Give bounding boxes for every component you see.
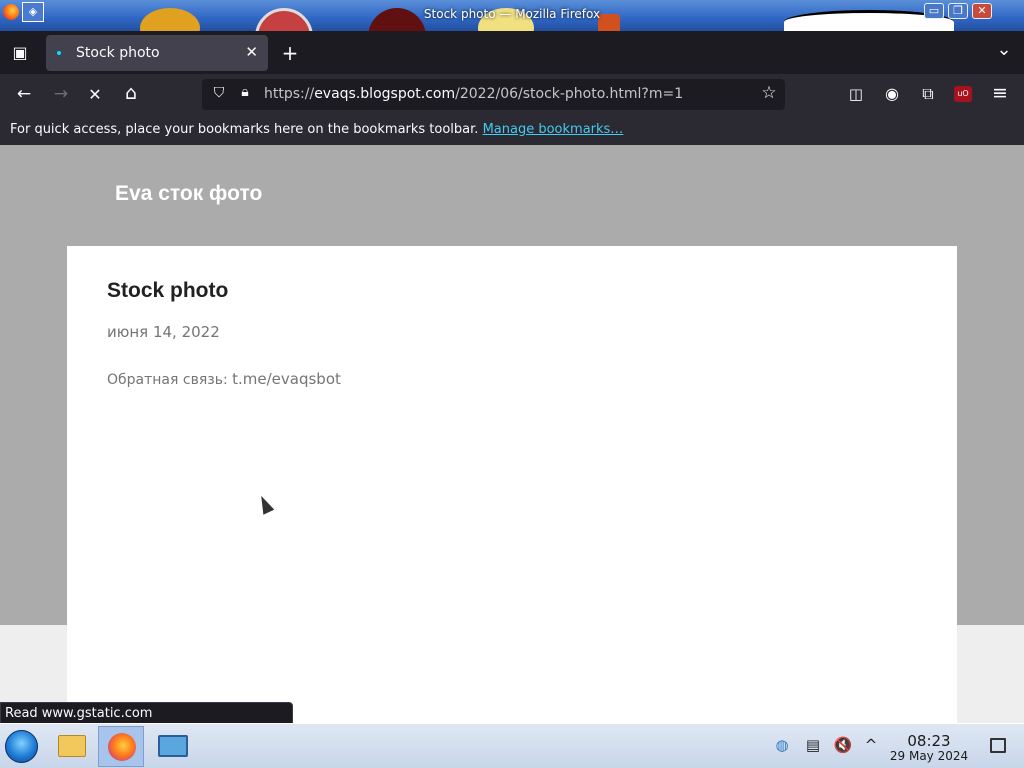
post-title[interactable]: Stock photo [107, 279, 228, 303]
ublock-origin-icon[interactable]: uO [954, 86, 972, 102]
start-menu-button[interactable] [5, 730, 38, 763]
pocket-icon[interactable]: ◫ [846, 85, 866, 103]
tab-overflow-chevron-icon[interactable]: ⌄ [994, 39, 1014, 60]
bookmarks-toolbar: For quick access, place your bookmarks h… [0, 115, 1024, 145]
maximize-restore-button[interactable]: ❐ [948, 3, 968, 19]
blog-title[interactable]: Eva сток фото [115, 182, 262, 206]
bookmark-star-icon[interactable]: ☆ [759, 83, 779, 103]
tab-title: Stock photo [76, 45, 160, 61]
post-card: Stock photo июня 14, 2022 Обратная связь… [67, 246, 957, 723]
window-titlebar: ◈ Stock photo — Mozilla Firefox ▭ ❐ ✕ [0, 0, 1024, 31]
taskbar-settings[interactable] [148, 726, 194, 767]
show-desktop-icon[interactable] [990, 738, 1006, 753]
status-panel: Read www.gstatic.com [0, 702, 293, 724]
clock-date[interactable]: 29 May 2024 [885, 749, 973, 763]
home-button[interactable]: ⌂ [120, 82, 142, 104]
clipboard-tray-icon[interactable]: ▤ [803, 736, 823, 754]
bookmarks-hint-text: For quick access, place your bookmarks h… [10, 122, 479, 137]
new-tab-button[interactable]: + [280, 41, 300, 65]
volume-muted-icon[interactable]: 🔇 [832, 736, 854, 754]
lock-icon[interactable]: 🔒︎ [236, 84, 254, 100]
shield-icon[interactable]: ⛉ [210, 85, 228, 101]
taskbar-firefox[interactable] [98, 726, 144, 767]
url-host: evaqs.blogspot.com [314, 86, 456, 102]
stop-loading-button[interactable]: ✕ [84, 85, 106, 104]
url-text[interactable]: https://evaqs.blogspot.com/2022/06/stock… [264, 86, 683, 102]
loading-indicator-icon [57, 51, 61, 55]
minimize-button[interactable]: ▭ [924, 3, 944, 19]
taskbar-file-manager[interactable] [48, 726, 94, 767]
feedback-label: Обратная связь: [107, 372, 228, 388]
feedback-link[interactable]: t.me/evaqsbot [232, 370, 341, 388]
firefox-icon [108, 733, 136, 761]
url-scheme: https:// [264, 86, 315, 102]
address-bar[interactable]: ⛉ 🔒︎ https://evaqs.blogspot.com/2022/06/… [202, 79, 785, 110]
back-button[interactable]: ← [13, 84, 35, 104]
monitor-icon [158, 735, 188, 757]
close-window-button[interactable]: ✕ [972, 3, 992, 19]
forward-button[interactable]: → [50, 84, 72, 104]
tray-expand-icon[interactable]: ^ [862, 736, 880, 754]
list-all-tabs-icon[interactable]: ▣ [10, 43, 30, 62]
post-body: Обратная связь: t.me/evaqsbot [107, 370, 341, 388]
folder-icon [58, 735, 86, 757]
extensions-icon[interactable]: ⧉ [918, 84, 938, 104]
post-date[interactable]: июня 14, 2022 [107, 323, 220, 341]
navigation-toolbar: ← → ✕ ⌂ ⛉ 🔒︎ https://evaqs.blogspot.com/… [0, 74, 1024, 115]
manage-bookmarks-link[interactable]: Manage bookmarks… [483, 122, 624, 137]
close-tab-icon[interactable]: ✕ [245, 43, 258, 61]
app-menu-button[interactable]: ≡ [990, 82, 1010, 104]
web-page: Eva сток фото Stock photo июня 14, 2022 … [0, 145, 1024, 723]
taskbar: ◍ ▤ 🔇 ^ 08:23 29 May 2024 [0, 723, 1024, 768]
clock-time[interactable]: 08:23 [905, 732, 953, 750]
account-icon[interactable]: ◉ [882, 84, 902, 103]
window-title: Stock photo — Mozilla Firefox [423, 7, 601, 21]
bookmarks-toolbar-message: For quick access, place your bookmarks h… [10, 122, 623, 137]
update-tray-icon[interactable]: ◍ [772, 736, 792, 754]
url-path: /2022/06/stock-photo.html?m=1 [455, 86, 684, 102]
tab-stock-photo[interactable]: Stock photo ✕ [46, 35, 268, 71]
